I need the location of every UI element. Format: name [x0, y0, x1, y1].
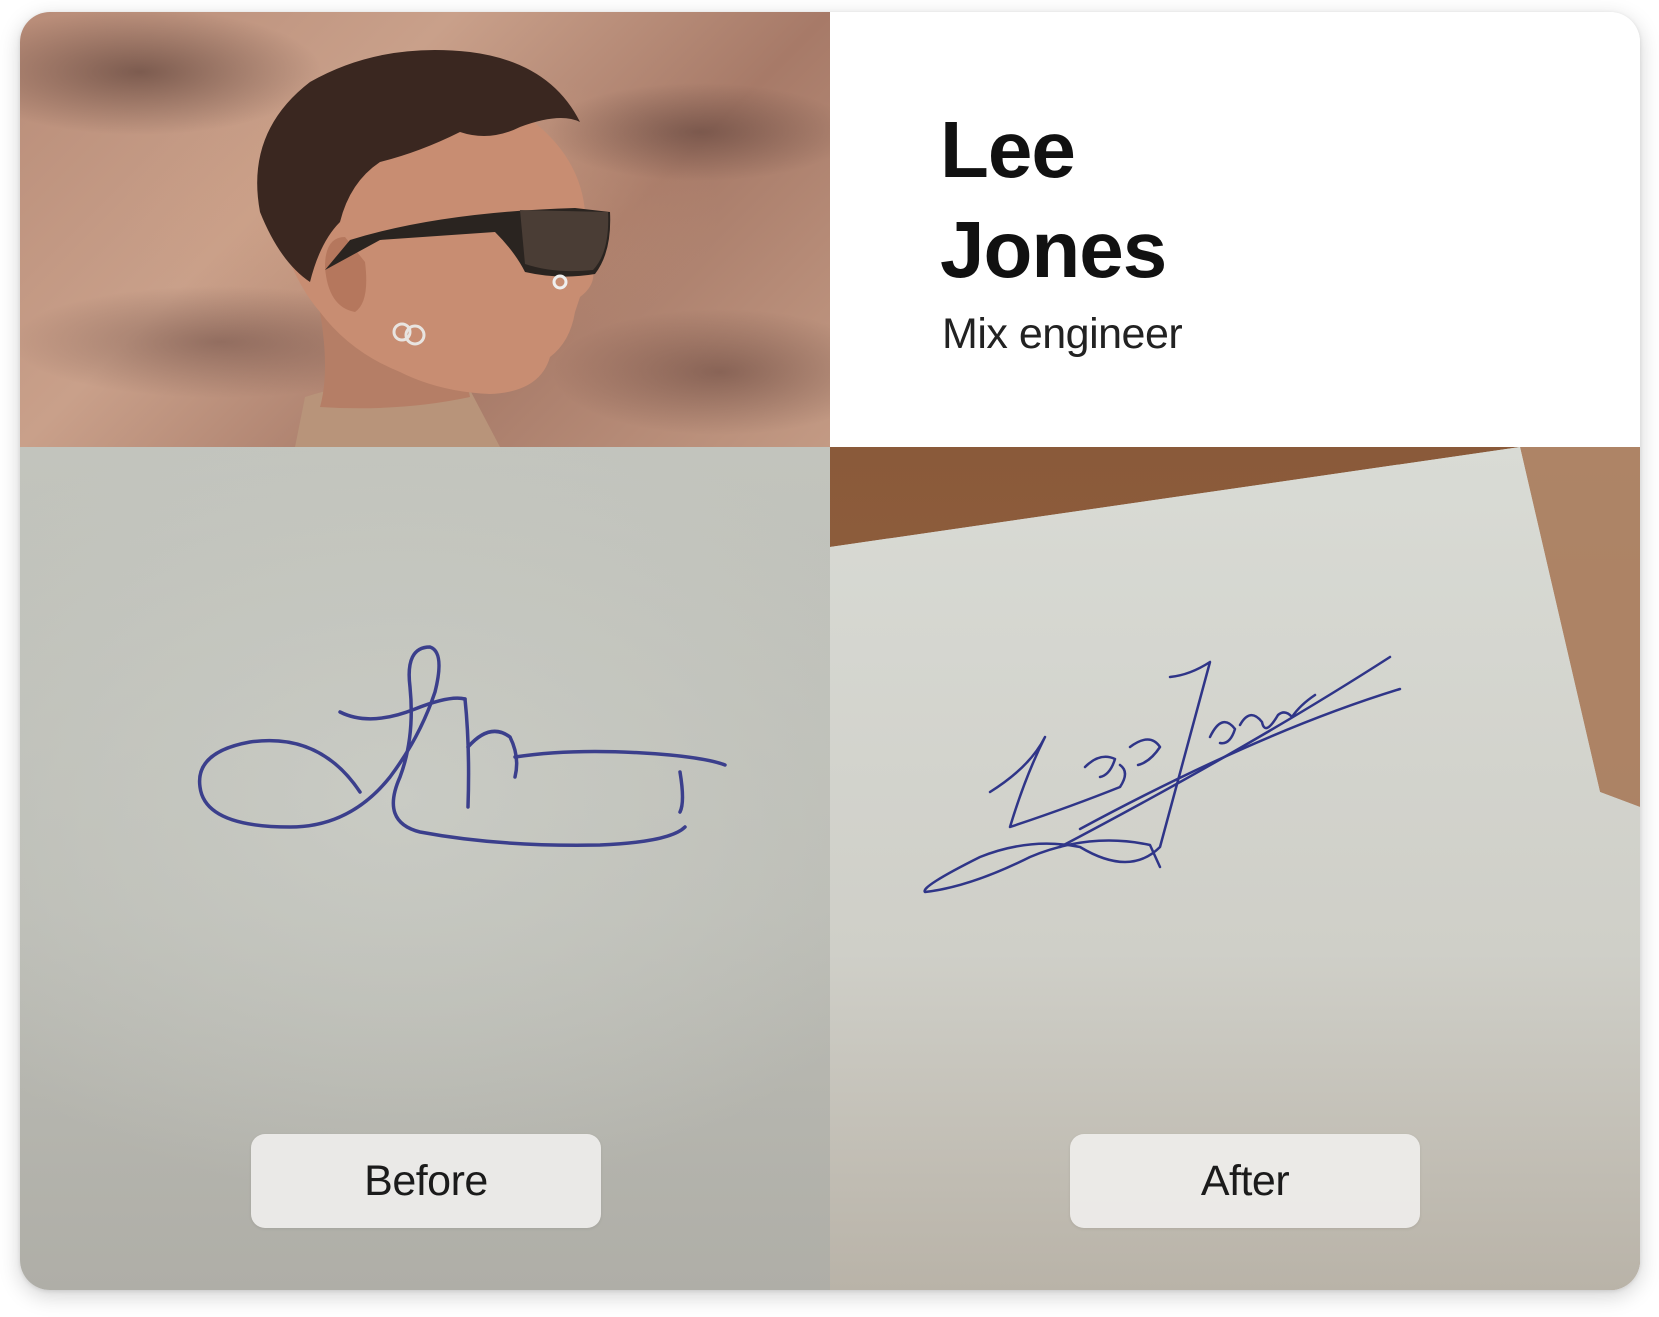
person-role: Mix engineer [942, 310, 1183, 358]
after-button[interactable]: After [1070, 1134, 1420, 1228]
portrait-illustration [257, 50, 611, 447]
profile-card: Lee Jones Mix engineer Before After [20, 12, 1640, 1290]
before-button[interactable]: Before [251, 1134, 601, 1228]
person-name: Lee Jones [940, 100, 1540, 300]
after-image: After [830, 447, 1640, 1290]
last-name: Jones [940, 205, 1167, 294]
identity-panel: Lee Jones Mix engineer [830, 12, 1640, 447]
first-name: Lee [940, 105, 1076, 194]
before-image: Before [20, 447, 830, 1290]
portrait-photo [20, 12, 830, 447]
